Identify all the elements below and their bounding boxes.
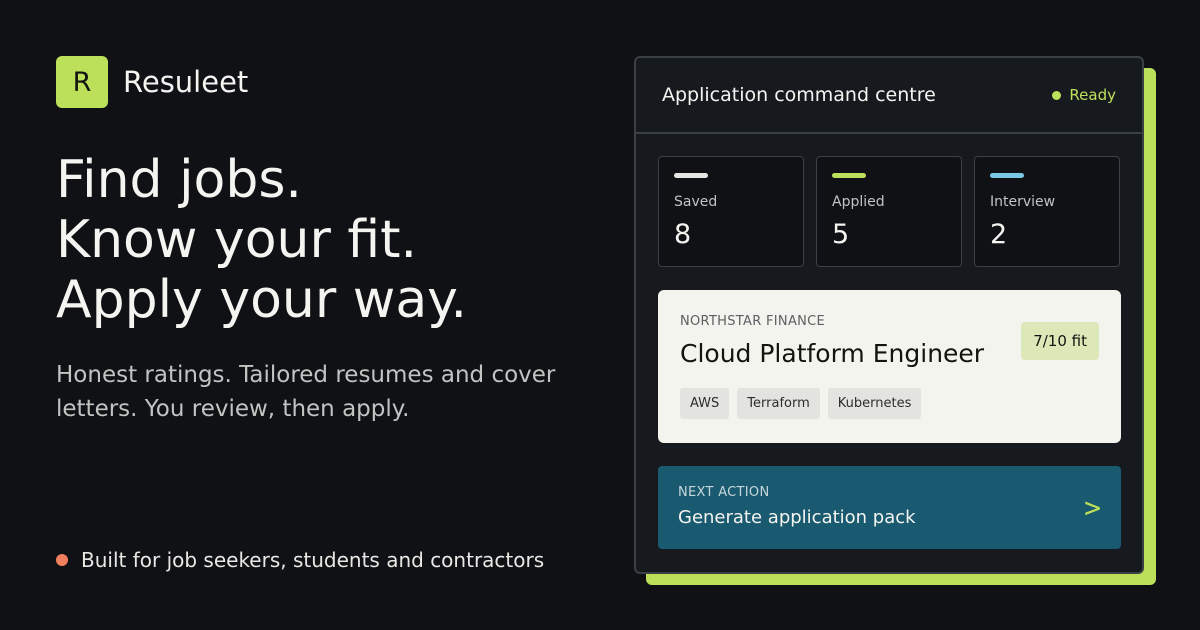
headline-line-3: Apply your way. bbox=[56, 270, 468, 330]
headline-line-2: Know your fit. bbox=[56, 210, 418, 270]
job-tag: Kubernetes bbox=[827, 388, 922, 419]
stat-bar bbox=[674, 173, 708, 178]
next-action-title: Generate application pack bbox=[678, 507, 916, 528]
stat-value: 8 bbox=[674, 219, 692, 250]
status-label: Ready bbox=[1069, 86, 1116, 104]
stats-row: Saved 8 Applied 5 Interview 2 bbox=[658, 156, 1120, 267]
footnote-text: Built for job seekers, students and cont… bbox=[81, 548, 545, 572]
subtext: Honest ratings. Tailored resumes and cov… bbox=[56, 362, 556, 422]
job-tag: AWS bbox=[680, 388, 730, 419]
job-tags: AWS Terraform Kubernetes bbox=[680, 388, 1099, 419]
stat-value: 5 bbox=[832, 219, 850, 250]
brand: R Resuleet bbox=[56, 56, 248, 108]
brand-name: Resuleet bbox=[123, 65, 249, 99]
command-centre-panel: Application command centre Ready Saved 8… bbox=[634, 56, 1144, 574]
job-card[interactable]: NORTHSTAR FINANCE Cloud Platform Enginee… bbox=[658, 290, 1121, 443]
stat-applied[interactable]: Applied 5 bbox=[816, 156, 962, 267]
logo-icon: R bbox=[56, 56, 108, 108]
status-dot-icon bbox=[1052, 90, 1062, 100]
headline: Find jobs. Know your fit. Apply your way… bbox=[56, 150, 467, 330]
stat-interview[interactable]: Interview 2 bbox=[974, 156, 1120, 267]
footnote: Built for job seekers, students and cont… bbox=[56, 548, 544, 572]
stat-label: Saved bbox=[674, 194, 718, 210]
panel-title: Application command centre bbox=[662, 84, 936, 106]
fit-badge: 7/10 fit bbox=[1021, 322, 1099, 360]
footnote-dot-icon bbox=[56, 554, 68, 566]
stat-label: Applied bbox=[832, 194, 885, 210]
headline-line-1: Find jobs. bbox=[56, 150, 302, 210]
stat-value: 2 bbox=[990, 219, 1008, 250]
stat-label: Interview bbox=[990, 194, 1056, 210]
panel-header: Application command centre Ready bbox=[636, 58, 1142, 134]
next-action-button[interactable]: NEXT ACTION Generate application pack > bbox=[658, 466, 1121, 549]
chevron-right-icon: > bbox=[1084, 491, 1101, 524]
job-tag: Terraform bbox=[737, 388, 820, 419]
status-badge: Ready bbox=[1052, 86, 1116, 104]
stat-bar bbox=[832, 173, 866, 178]
stat-saved[interactable]: Saved 8 bbox=[658, 156, 804, 267]
next-action-label: NEXT ACTION bbox=[678, 485, 770, 500]
stat-bar bbox=[990, 173, 1024, 178]
